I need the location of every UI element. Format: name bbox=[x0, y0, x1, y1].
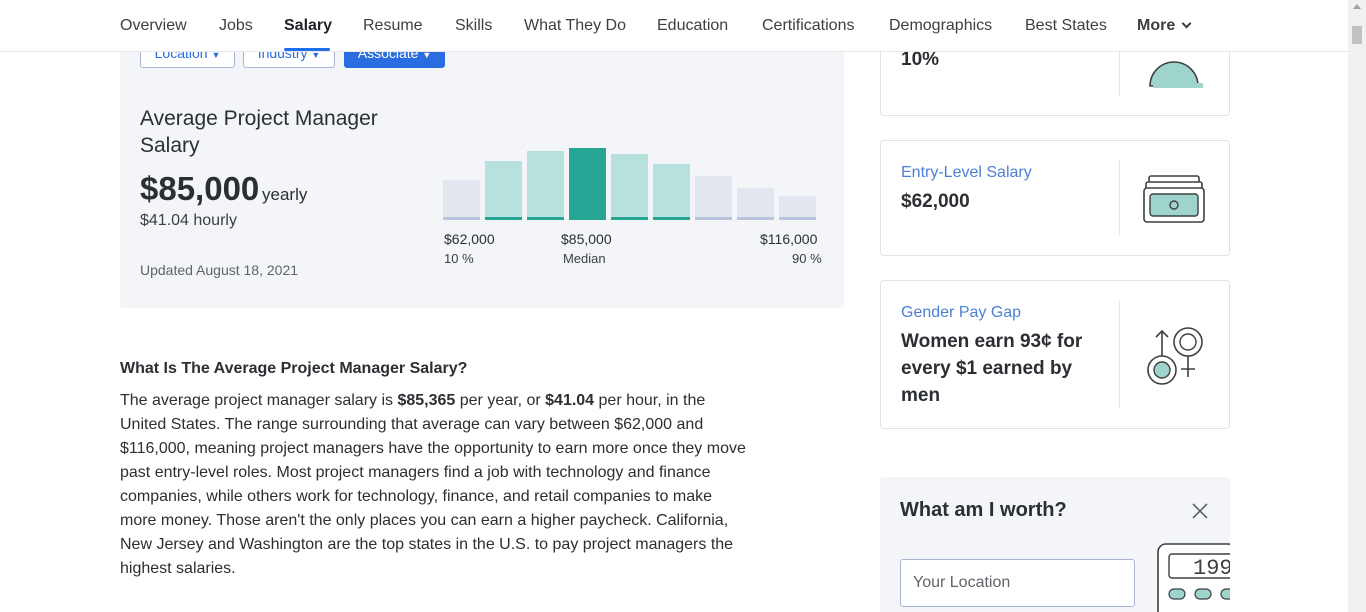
article-heading: What Is The Average Project Manager Sala… bbox=[120, 360, 468, 377]
average-yearly-salary: $85,000 bbox=[140, 170, 260, 207]
page-scrollbar[interactable] bbox=[1348, 0, 1366, 612]
entry-level-salary-card: Entry-Level Salary $62,000 bbox=[880, 140, 1230, 256]
salary-calculator-title: What am I worth? bbox=[900, 499, 1067, 521]
nav-what-they-do[interactable]: What They Do bbox=[524, 17, 626, 35]
article-text: per year, or bbox=[455, 392, 546, 409]
nav-education[interactable]: Education bbox=[657, 17, 728, 35]
active-tab-indicator bbox=[284, 48, 330, 51]
scrollbar-thumb[interactable] bbox=[1352, 26, 1362, 44]
nav-jobs[interactable]: Jobs bbox=[219, 17, 253, 35]
article-text: The average project manager salary is bbox=[120, 392, 398, 409]
histogram-bar bbox=[695, 176, 732, 220]
location-input[interactable] bbox=[900, 559, 1135, 607]
close-icon[interactable] bbox=[1190, 501, 1210, 521]
yearly-salary-bold: $85,365 bbox=[397, 392, 456, 409]
entry-level-label: Entry-Level Salary bbox=[901, 164, 1032, 181]
updated-date: Updated August 18, 2021 bbox=[140, 262, 299, 278]
histogram-bar-base bbox=[485, 217, 522, 220]
top-navigation: Overview Jobs Salary Resume Skills What … bbox=[0, 0, 1348, 52]
histogram-bar bbox=[737, 188, 774, 220]
histogram-bar-base bbox=[737, 217, 774, 220]
median-salary-value: $85,000 bbox=[561, 231, 612, 247]
calculator-icon: 199 bbox=[1157, 543, 1230, 612]
salary-summary-card: Location ▼ Industry ▼ Associate ▼ Averag… bbox=[120, 30, 844, 308]
salary-calculator-widget: What am I worth? 199 bbox=[880, 477, 1230, 612]
nav-salary[interactable]: Salary bbox=[284, 17, 332, 35]
gender-pay-gap-value: Women earn 93¢ for every $1 earned by me… bbox=[901, 331, 1083, 406]
money-icon bbox=[1143, 175, 1205, 223]
nav-skills[interactable]: Skills bbox=[455, 17, 492, 35]
nav-more-label: More bbox=[1137, 17, 1176, 34]
histogram-bar-base bbox=[695, 217, 732, 220]
histogram-bar-base bbox=[779, 217, 816, 220]
histogram-bar bbox=[527, 151, 564, 220]
article-paragraph: The average project manager salary is $8… bbox=[120, 389, 748, 581]
entry-level-value: $62,000 bbox=[901, 191, 970, 212]
nav-demographics[interactable]: Demographics bbox=[889, 17, 992, 35]
low-salary-value: $62,000 bbox=[444, 231, 495, 247]
histogram-bar bbox=[485, 161, 522, 220]
nav-best-states[interactable]: Best States bbox=[1025, 17, 1107, 35]
high-salary-value: $116,000 bbox=[760, 231, 818, 247]
salary-card-title: Average Project Manager Salary bbox=[140, 107, 378, 157]
histogram-bar bbox=[653, 164, 690, 220]
salary-unit: yearly bbox=[262, 185, 308, 204]
hourly-salary-bold: $41.04 bbox=[545, 392, 595, 409]
gender-pay-gap-card: Gender Pay Gap Women earn 93¢ for every … bbox=[880, 280, 1230, 429]
calculator-display: 199 bbox=[1193, 556, 1230, 581]
gender-icon bbox=[1147, 327, 1203, 385]
histogram-bar-base bbox=[611, 217, 648, 220]
nav-certifications[interactable]: Certifications bbox=[762, 17, 854, 35]
article-text: per hour, in the United States. The rang… bbox=[120, 392, 746, 577]
histogram-bar bbox=[569, 148, 606, 220]
histogram-bar bbox=[779, 196, 816, 220]
nav-more-button[interactable]: More bbox=[1137, 17, 1192, 35]
gender-pay-gap-label: Gender Pay Gap bbox=[901, 304, 1022, 321]
histogram-bar bbox=[611, 154, 648, 220]
nav-resume[interactable]: Resume bbox=[363, 17, 423, 35]
hourly-salary: $41.04 hourly bbox=[140, 212, 237, 229]
top-stat-value: 10% bbox=[901, 49, 940, 70]
histogram-bar-base bbox=[443, 217, 480, 220]
salary-distribution-chart bbox=[443, 148, 816, 220]
histogram-bar-base bbox=[569, 217, 606, 220]
histogram-bar-base bbox=[653, 217, 690, 220]
median-label: Median bbox=[563, 251, 606, 266]
low-salary-percentile: 10 % bbox=[444, 251, 474, 266]
card-divider bbox=[1119, 161, 1120, 235]
nav-overview[interactable]: Overview bbox=[120, 17, 187, 35]
histogram-bar bbox=[443, 180, 480, 220]
high-salary-percentile: 90 % bbox=[792, 251, 822, 266]
card-divider bbox=[1119, 301, 1120, 408]
histogram-bar-base bbox=[527, 217, 564, 220]
scroll-up-icon[interactable] bbox=[1353, 4, 1361, 9]
chevron-down-icon bbox=[1181, 18, 1192, 29]
